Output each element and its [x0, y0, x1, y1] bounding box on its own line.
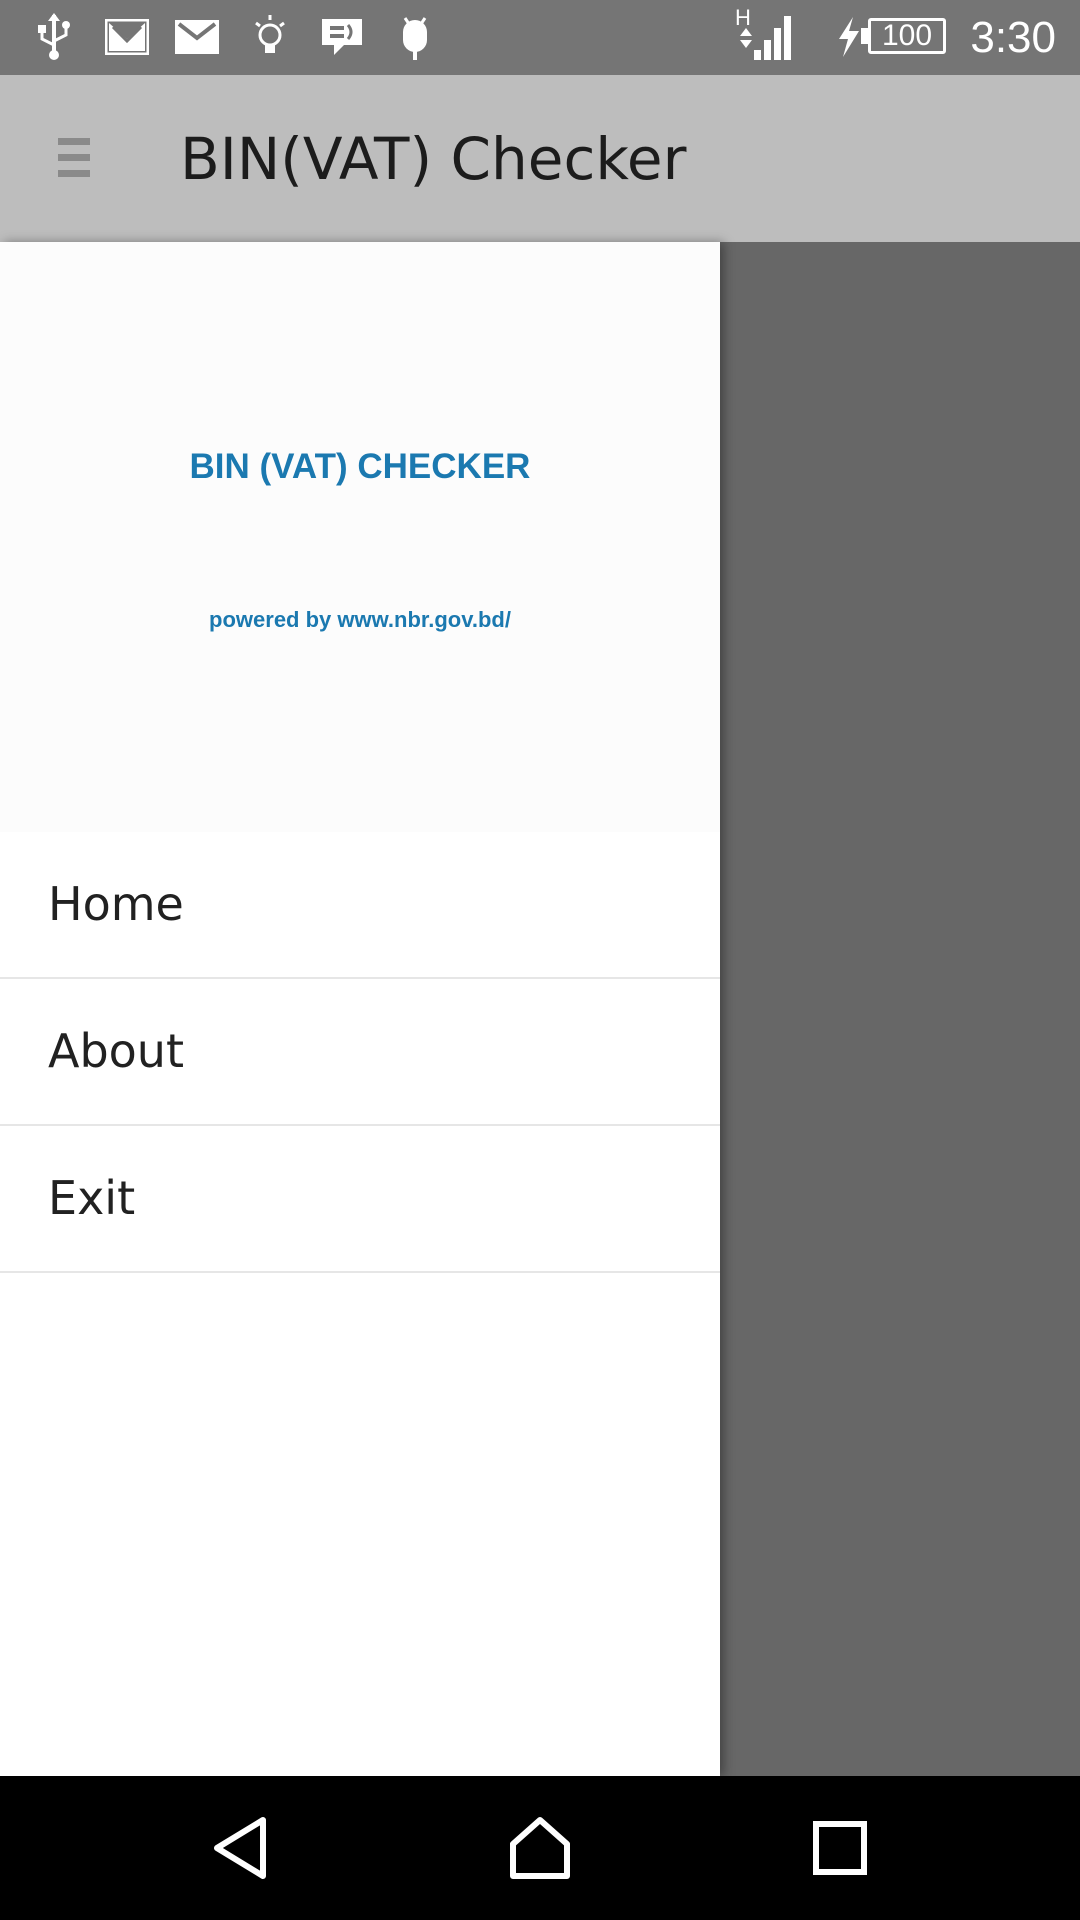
signal-icon [733, 12, 793, 62]
hamburger-icon[interactable] [58, 138, 90, 182]
android-icon [394, 12, 436, 62]
drawer-header: BIN (VAT) CHECKER powered by www.nbr.gov… [0, 242, 720, 832]
drawer-item-exit[interactable]: Exit [0, 1126, 720, 1273]
drawer-scrim[interactable] [720, 242, 1080, 1776]
drawer-item-home[interactable]: Home [0, 832, 720, 979]
app-title: BIN(VAT) Checker [180, 125, 687, 193]
app-bar: BIN(VAT) Checker [0, 75, 1080, 242]
back-icon[interactable] [196, 1806, 286, 1890]
usb-icon [34, 12, 74, 62]
drawer-header-title: BIN (VAT) CHECKER [189, 447, 531, 486]
status-bar: H 100 3:30 [0, 0, 1080, 75]
clock: 3:30 [970, 13, 1056, 62]
charging-icon [834, 12, 862, 62]
home-icon[interactable] [495, 1806, 585, 1890]
drawer-header-subtitle: powered by www.nbr.gov.bd/ [209, 607, 511, 632]
drawer-item-label: Exit [48, 1171, 136, 1225]
navigation-bar [0, 1776, 1080, 1920]
battery-tip [861, 28, 868, 44]
recents-icon[interactable] [795, 1806, 885, 1890]
message-icon [318, 12, 366, 62]
lightbulb-icon [250, 12, 290, 62]
drawer-menu-list: Home About Exit [0, 832, 720, 1273]
navigation-drawer: BIN (VAT) CHECKER powered by www.nbr.gov… [0, 242, 720, 1776]
battery-icon: 100 [868, 18, 946, 54]
gmail-icon [104, 12, 150, 62]
mail-icon [174, 12, 220, 62]
drawer-item-label: About [48, 1024, 185, 1078]
drawer-item-label: Home [48, 877, 184, 931]
drawer-item-about[interactable]: About [0, 979, 720, 1126]
